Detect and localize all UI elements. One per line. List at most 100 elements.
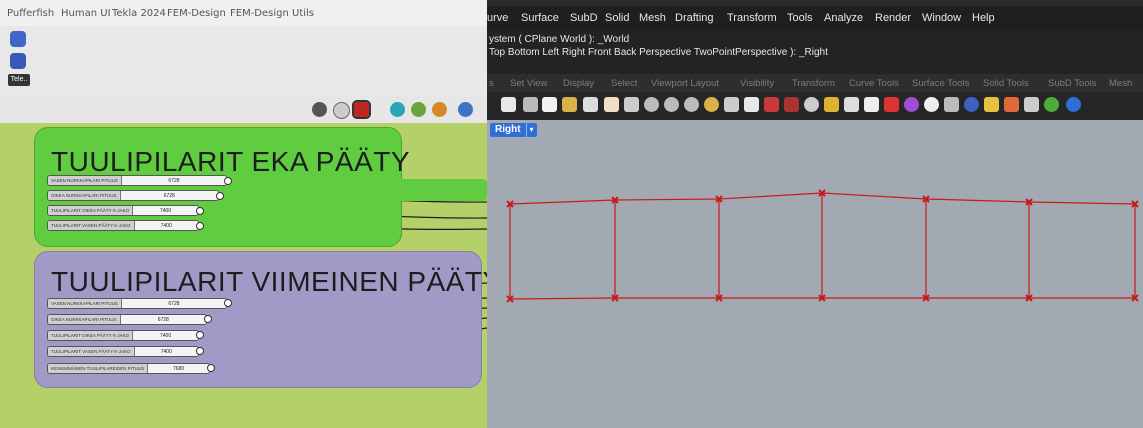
- output-grip[interactable]: [196, 207, 204, 215]
- toolbar-tab-mesh[interactable]: Mesh: [1109, 78, 1132, 89]
- color-wheel-icon[interactable]: [904, 97, 919, 112]
- properties-icon[interactable]: [924, 97, 939, 112]
- pan-icon[interactable]: [604, 97, 619, 112]
- ribbon-group-label: Tele..: [8, 74, 30, 86]
- menu-tools[interactable]: Tools: [787, 12, 813, 24]
- output-grip[interactable]: [204, 315, 212, 323]
- number-slider[interactable]: VASEN NURKKAPILARI PITUUS 6728: [47, 175, 227, 186]
- number-slider[interactable]: OIKEA NURKKAPILARI PITUUS 6728: [47, 190, 219, 201]
- command-history: ystem ( CPlane World ): _World Top Botto…: [487, 30, 1143, 74]
- rotate-view-icon[interactable]: [624, 97, 639, 112]
- menu-curve[interactable]: urve: [487, 12, 508, 24]
- rhino-window: urve Surface SubD Solid Mesh Drafting Tr…: [487, 0, 1143, 428]
- toolbar-tab-display[interactable]: Display: [563, 78, 594, 89]
- viewport-right[interactable]: Right ▾: [487, 120, 1143, 428]
- cut-icon[interactable]: [523, 97, 538, 112]
- slider-label: OIKEA NURKKAPILARI PITUUS: [48, 191, 121, 200]
- render-icon[interactable]: [784, 97, 799, 112]
- lock-icon[interactable]: [864, 97, 879, 112]
- gh-tab-human-ui[interactable]: Human UI: [61, 8, 111, 19]
- gh-canvas-toolbar: [0, 96, 487, 124]
- output-grip[interactable]: [216, 192, 224, 200]
- paste-icon[interactable]: [562, 97, 577, 112]
- number-slider[interactable]: KESKIMMÄINEN TUULIPILAREIDEN PITUUS 7680: [47, 363, 210, 374]
- zoom-window-icon[interactable]: [664, 97, 679, 112]
- new-file-icon[interactable]: [501, 97, 516, 112]
- gh-tab-fem-design[interactable]: FEM-Design: [167, 8, 226, 19]
- slider-label: TUULIPILARIT VASEN PÄÄTY K-JAKO: [48, 221, 135, 230]
- toolbar-tab[interactable]: s: [489, 78, 494, 89]
- number-slider[interactable]: TUULIPILARIT OIKEA PÄÄTY K-JAKO 7400: [47, 205, 199, 216]
- menu-analyze[interactable]: Analyze: [824, 12, 863, 24]
- output-grip[interactable]: [196, 331, 204, 339]
- menu-solid[interactable]: Solid: [605, 12, 629, 24]
- toolbar-tab-surface-tools[interactable]: Surface Tools: [912, 78, 969, 89]
- gh-canvas[interactable]: TUULIPILARIT EKA PÄÄTY VASEN NURKKAPILAR…: [0, 123, 487, 428]
- gh-tab-fem-design-utils[interactable]: FEM-Design Utils: [230, 8, 314, 19]
- car-icon[interactable]: [764, 97, 779, 112]
- sphere-icon[interactable]: [964, 97, 979, 112]
- wand-icon[interactable]: [984, 97, 999, 112]
- menu-help[interactable]: Help: [972, 12, 995, 24]
- light-icon[interactable]: [844, 97, 859, 112]
- menu-transform[interactable]: Transform: [727, 12, 777, 24]
- standard-toolbar: [487, 92, 1143, 120]
- object-snap-icon[interactable]: [824, 97, 839, 112]
- grasshopper-icon[interactable]: [1044, 97, 1059, 112]
- slider-value: 7400: [159, 207, 172, 214]
- menu-drafting[interactable]: Drafting: [675, 12, 714, 24]
- output-grip[interactable]: [224, 299, 232, 307]
- menu-window[interactable]: Window: [922, 12, 961, 24]
- output-grip[interactable]: [196, 347, 204, 355]
- toolbar-tab-set-view[interactable]: Set View: [510, 78, 547, 89]
- slider-value: 7400: [159, 332, 172, 339]
- number-slider[interactable]: VASEN NURKKAPILARI PITUUS 6728: [47, 298, 227, 309]
- zoom-extents-icon[interactable]: [684, 97, 699, 112]
- shaded-preview-icon[interactable]: [352, 100, 371, 119]
- number-slider[interactable]: TUULIPILARIT OIKEA PÄÄTY K-JAKO 7400: [47, 330, 199, 341]
- print-icon[interactable]: [944, 97, 959, 112]
- wireframe-preview-icon[interactable]: [333, 102, 350, 119]
- grasshopper-link-icon[interactable]: [1024, 97, 1039, 112]
- preview-mesh-icon[interactable]: [432, 102, 447, 117]
- menu-subd[interactable]: SubD: [570, 12, 598, 24]
- toolbar-tab-curve-tools[interactable]: Curve Tools: [849, 78, 899, 89]
- undo-view-icon[interactable]: [724, 97, 739, 112]
- slider-value: 6728: [157, 316, 169, 323]
- toolbar-tab-solid-tools[interactable]: Solid Tools: [983, 78, 1029, 89]
- zoom-selected-icon[interactable]: [704, 97, 719, 112]
- document-preview-icon[interactable]: [411, 102, 426, 117]
- group-title: TUULIPILARIT EKA PÄÄTY: [51, 146, 411, 177]
- menu-mesh[interactable]: Mesh: [639, 12, 666, 24]
- explosion-icon[interactable]: [1004, 97, 1019, 112]
- gh-tab-tekla[interactable]: Tekla 2024: [112, 8, 166, 19]
- cplane-icon[interactable]: [804, 97, 819, 112]
- copy-icon[interactable]: [542, 97, 557, 112]
- output-grip[interactable]: [224, 177, 232, 185]
- toolbar-tabs: s Set View Display Select Viewport Layou…: [487, 74, 1143, 92]
- undo-icon[interactable]: [583, 97, 598, 112]
- toolbar-tab-viewport-layout[interactable]: Viewport Layout: [651, 78, 719, 89]
- help-icon[interactable]: [1066, 97, 1081, 112]
- sketch-icon[interactable]: [312, 102, 327, 117]
- preview-selected-icon[interactable]: [390, 102, 405, 117]
- toolbar-tab-transform[interactable]: Transform: [792, 78, 835, 89]
- display-icon[interactable]: [458, 102, 473, 117]
- menu-surface[interactable]: Surface: [521, 12, 559, 24]
- gh-tab-pufferfish[interactable]: Pufferfish: [7, 8, 54, 19]
- menu-render[interactable]: Render: [875, 12, 911, 24]
- layer-icon[interactable]: [884, 97, 899, 112]
- toolbar-tab-subd-tools[interactable]: SubD Tools: [1048, 78, 1096, 89]
- number-slider[interactable]: OIKEA NURKKAPILARI PITUUS 6728: [47, 314, 207, 325]
- number-slider[interactable]: TUULIPILARIT VASEN PÄÄTY K-JAKO 7400: [47, 220, 199, 231]
- zoom-icon[interactable]: [644, 97, 659, 112]
- output-grip[interactable]: [196, 222, 204, 230]
- toolbar-tab-visibility[interactable]: Visibility: [740, 78, 774, 89]
- number-slider[interactable]: TUULIPILARIT VASEN PÄÄTY K-JAKO 7400: [47, 346, 199, 357]
- four-view-icon[interactable]: [744, 97, 759, 112]
- toolbar-tab-select[interactable]: Select: [611, 78, 637, 89]
- output-grip[interactable]: [207, 364, 215, 372]
- tekla-component-icon[interactable]: [10, 31, 26, 47]
- slider-label: OIKEA NURKKAPILARI PITUUS: [48, 315, 121, 324]
- tekla-component-icon[interactable]: [10, 53, 26, 69]
